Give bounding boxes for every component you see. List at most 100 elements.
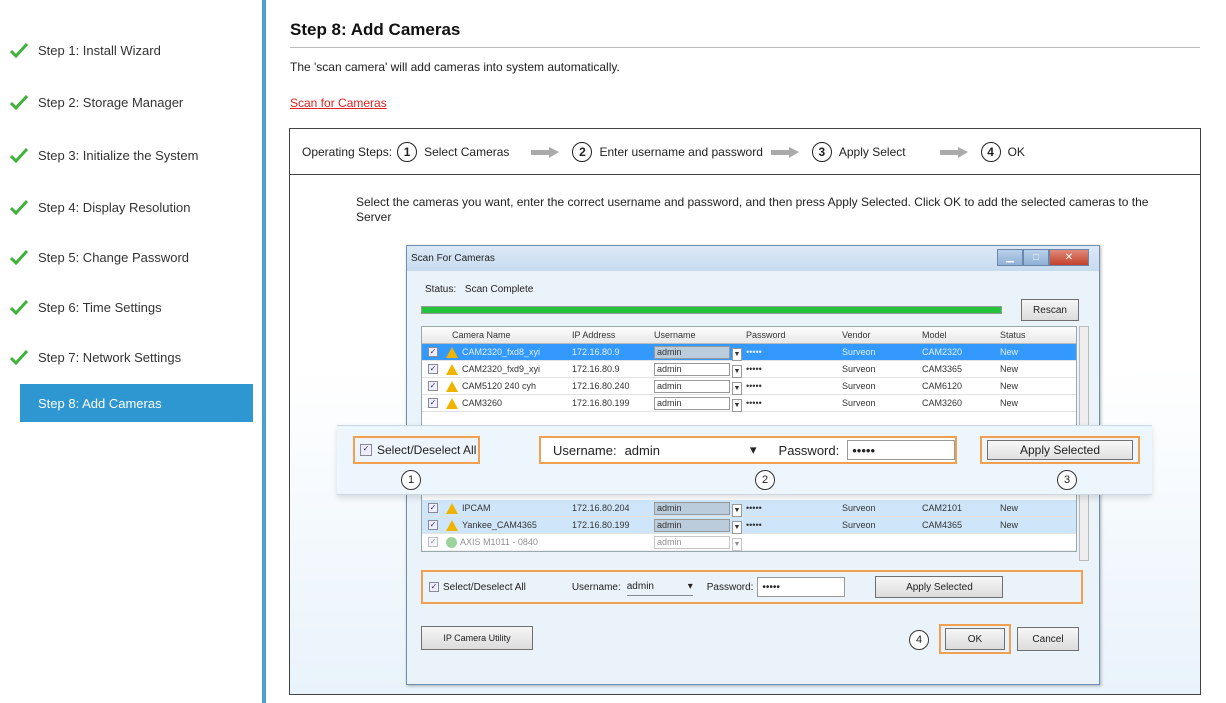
table-row[interactable]: ✓ CAM2320_fxd8_xyi 172.16.80.9 admin ▼ ••••• S… (422, 344, 1076, 361)
table-row[interactable]: ✓ AXIS M1011 - 0840 admin ▼ (422, 534, 1076, 551)
maximize-icon[interactable]: □ (1023, 249, 1049, 266)
password-label: Password: (706, 581, 754, 593)
sidebar-step-4[interactable]: Step 4: Display Resolution (10, 195, 190, 219)
checkmark-icon (10, 41, 28, 59)
callout-password-field[interactable]: ••••• (847, 440, 955, 460)
step-3-badge: 3 (1057, 470, 1077, 490)
warning-icon (446, 519, 458, 531)
row-checkbox[interactable]: ✓ (428, 503, 438, 513)
sidebar-step-6[interactable]: Step 6: Time Settings (10, 295, 162, 319)
dropdown-arrow-icon[interactable]: ▼ (732, 503, 742, 517)
password-cell[interactable]: ••••• (746, 347, 842, 357)
column-header[interactable]: IP Address (572, 330, 654, 340)
dialog-credentials-bar: ✓ Select/Deselect All Username: admin ▾ … (421, 570, 1083, 604)
username-select[interactable]: admin ▾ (626, 578, 693, 596)
dropdown-arrow-icon[interactable]: ▼ (732, 347, 742, 361)
dropdown-arrow-icon[interactable]: ▾ (750, 442, 757, 458)
minimize-icon[interactable]: ▁ (997, 249, 1023, 266)
row-checkbox[interactable]: ✓ (428, 347, 438, 357)
username-cell[interactable]: admin (654, 379, 730, 393)
sidebar-step-7[interactable]: Step 7: Network Settings (10, 345, 181, 369)
sidebar-step-label: Step 1: Install Wizard (38, 42, 161, 58)
table-row[interactable]: ✓ CAM2320_fxd9_xyi 172.16.80.9 admin ▼ ••••• S… (422, 361, 1076, 378)
row-checkbox[interactable]: ✓ (428, 398, 438, 408)
table-row[interactable]: ✓ CAM3260 172.16.80.199 admin ▼ ••••• Surveon C… (422, 395, 1076, 412)
step-1-badge: 1 (401, 470, 421, 490)
column-header[interactable]: Model (922, 330, 1000, 340)
row-checkbox[interactable]: ✓ (428, 381, 438, 391)
cancel-button[interactable]: Cancel (1017, 627, 1079, 651)
step-4-badge: 4 (909, 630, 929, 650)
table-row[interactable]: ✓ IPCAM 172.16.80.204 admin ▼ ••••• Surveon CAM… (422, 500, 1076, 517)
warning-icon (446, 346, 458, 358)
checkmark-icon (10, 348, 28, 366)
username-cell[interactable]: admin (654, 518, 730, 532)
ok-highlight: OK (939, 624, 1011, 654)
column-header[interactable]: Username (654, 330, 746, 340)
checkmark-icon (10, 198, 28, 216)
camera-name: IPCAM (462, 503, 491, 513)
table-row[interactable]: ✓ CAM5120 240 cyh 172.16.80.240 admin ▼ •••••… (422, 378, 1076, 395)
apply-selected-button[interactable]: Apply Selected (875, 576, 1004, 598)
password-cell[interactable]: ••••• (746, 364, 842, 374)
ok-button[interactable]: OK (945, 628, 1005, 650)
title-divider (290, 47, 1200, 48)
password-cell[interactable]: ••••• (746, 381, 842, 391)
callout-apply-selected-button[interactable]: Apply Selected (987, 440, 1133, 460)
column-header[interactable]: Password (746, 330, 842, 340)
table-rows-bottom: ✓ IPCAM 172.16.80.204 admin ▼ ••••• Surveon CAM… (422, 500, 1076, 551)
password-cell[interactable]: ••••• (746, 398, 842, 408)
dropdown-arrow-icon[interactable]: ▼ (732, 364, 742, 378)
rescan-button[interactable]: Rescan (1021, 299, 1079, 321)
column-header[interactable]: Camera Name (444, 330, 572, 340)
vendor: Surveon (842, 381, 876, 391)
sidebar-step-label: Step 2: Storage Manager (38, 94, 184, 110)
ip-address: 172.16.80.240 (572, 381, 630, 391)
scan-status: Status: Scan Complete (425, 284, 533, 295)
dropdown-arrow-icon[interactable]: ▼ (732, 537, 742, 551)
column-header[interactable]: Status (1000, 330, 1060, 340)
password-field[interactable]: ••••• (757, 577, 846, 597)
scan-progress-bar (421, 306, 1002, 314)
table-row[interactable]: ✓ Yankee_CAM4365 172.16.80.199 admin ▼ ••••• S… (422, 517, 1076, 534)
username-cell[interactable]: admin (654, 362, 730, 376)
row-checkbox[interactable]: ✓ (428, 520, 438, 530)
step-number-badge: 2 (572, 141, 593, 162)
username-cell[interactable]: admin (654, 501, 730, 515)
sidebar-step-2[interactable]: Step 2: Storage Manager (10, 90, 183, 114)
camera-name: CAM3260 (462, 398, 503, 408)
row-checkbox[interactable]: ✓ (428, 537, 438, 547)
dropdown-arrow-icon[interactable]: ▼ (732, 398, 742, 412)
vendor: Surveon (842, 503, 876, 513)
password-cell[interactable]: ••••• (746, 520, 842, 530)
dropdown-arrow-icon[interactable]: ▼ (732, 381, 742, 395)
callout-select-all-checkbox[interactable]: ✓ Select/Deselect All (353, 436, 480, 464)
callout-username-value[interactable]: admin (625, 443, 742, 458)
close-icon[interactable]: ✕ (1049, 249, 1089, 266)
checkbox-icon: ✓ (429, 582, 439, 592)
scan-for-cameras-link[interactable]: Scan for Cameras (290, 96, 387, 110)
ip-camera-utility-button[interactable]: IP Camera Utility (421, 626, 533, 650)
username-value: admin (626, 581, 654, 592)
warning-icon (446, 380, 458, 392)
camera-name: CAM5120 240 cyh (462, 381, 537, 391)
username-cell[interactable]: admin (654, 535, 730, 549)
ip-address: 172.16.80.9 (572, 364, 620, 374)
dropdown-arrow-icon[interactable]: ▼ (732, 520, 742, 534)
password-group: Password: ••••• (707, 577, 846, 597)
wizard-sidebar: Step 1: Install Wizard Step 2: Storage M… (0, 0, 262, 703)
username-cell[interactable]: admin (654, 396, 730, 410)
password-cell[interactable]: ••••• (746, 503, 842, 513)
sidebar-step-8-active[interactable]: Step 8: Add Cameras (20, 384, 253, 422)
step-number-badge: 4 (980, 141, 1001, 162)
username-cell[interactable]: admin (654, 345, 730, 359)
sidebar-step-1[interactable]: Step 1: Install Wizard (10, 38, 161, 62)
column-header[interactable]: Vendor (842, 330, 922, 340)
sidebar-step-3[interactable]: Step 3: Initialize the System (10, 143, 198, 167)
status-value: Scan Complete (464, 284, 534, 295)
select-all-checkbox[interactable]: ✓ Select/Deselect All (429, 582, 526, 593)
sidebar-step-label: Step 7: Network Settings (38, 349, 182, 365)
sidebar-step-5[interactable]: Step 5: Change Password (10, 245, 189, 269)
row-checkbox[interactable]: ✓ (428, 364, 438, 374)
vendor: Surveon (842, 398, 876, 408)
